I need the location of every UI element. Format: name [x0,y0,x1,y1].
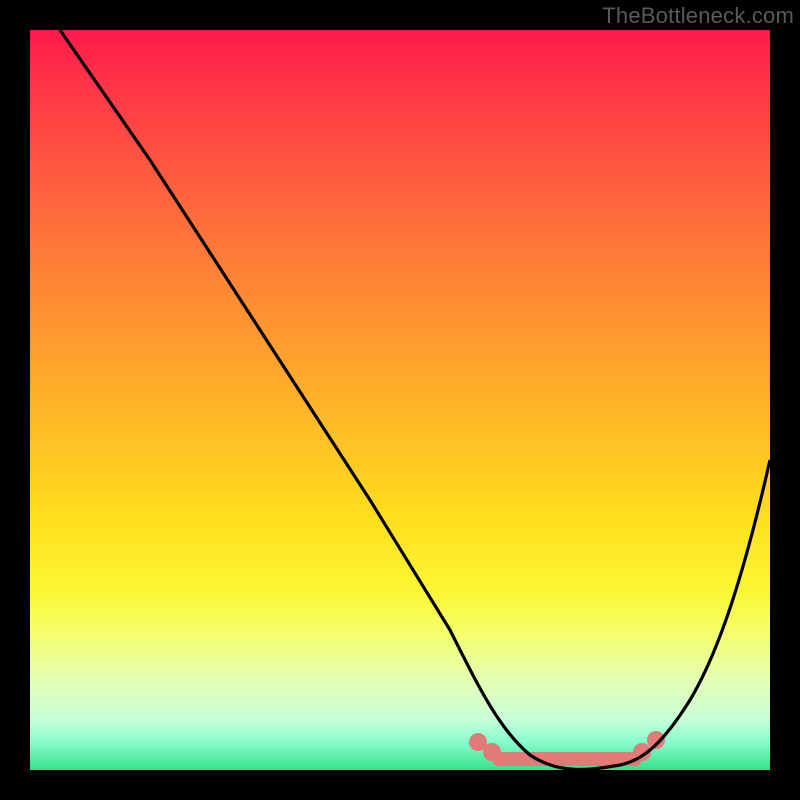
chart-svg [30,30,770,770]
bottleneck-curve-path [60,30,770,769]
watermark-text: TheBottleneck.com [602,3,794,29]
chart-area [30,30,770,770]
